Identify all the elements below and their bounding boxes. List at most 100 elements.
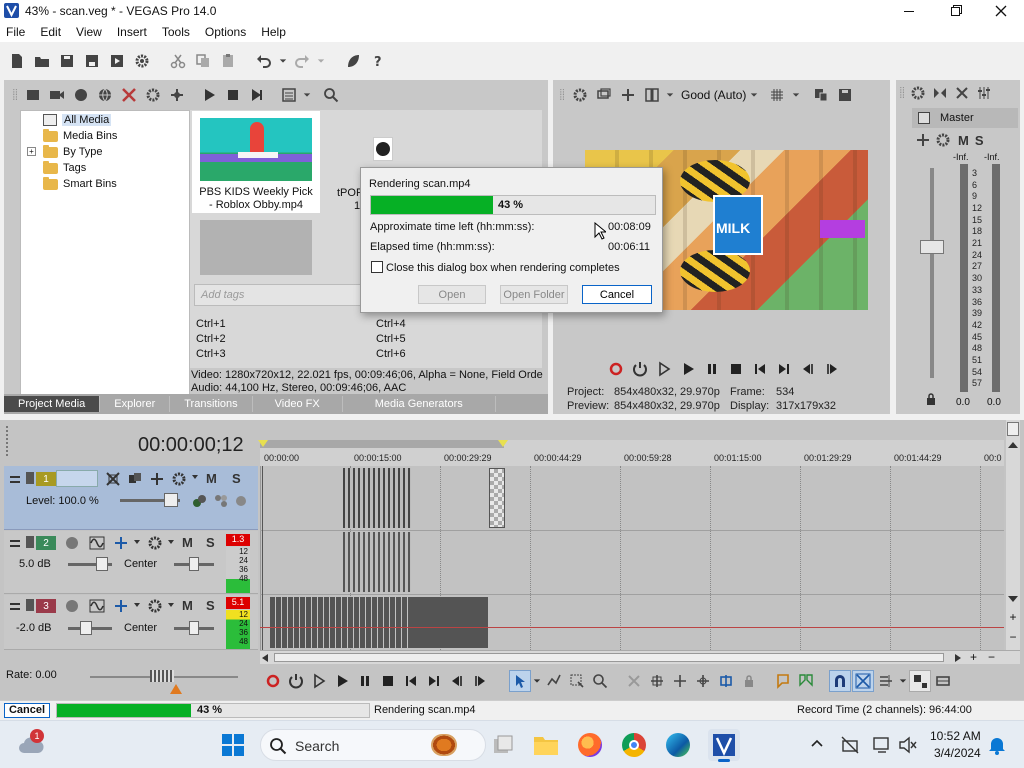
- track1-level-slider-handle[interactable]: [164, 493, 178, 507]
- media-fx-gear-icon[interactable]: [142, 84, 164, 106]
- track1-make-compositing-child-icon[interactable]: [230, 490, 252, 512]
- tray-chevron-icon[interactable]: [810, 737, 824, 751]
- mixer-gear-icon[interactable]: [907, 82, 929, 104]
- track2-pan-icon[interactable]: [110, 532, 132, 554]
- tree-item-tags[interactable]: Tags: [43, 160, 86, 176]
- split-screen-icon[interactable]: [617, 84, 639, 106]
- properties-gear-icon[interactable]: [131, 50, 153, 72]
- external-monitor-icon[interactable]: [593, 84, 615, 106]
- auto-preview-icon[interactable]: [246, 84, 268, 106]
- tl-prev-frame-icon[interactable]: [446, 670, 468, 692]
- firefox-icon[interactable]: [578, 733, 602, 757]
- master-bypass-icon[interactable]: [918, 112, 930, 124]
- taskbar-search-box[interactable]: Search: [260, 729, 486, 761]
- task-view-icon[interactable]: [491, 733, 515, 757]
- save-snapshot-icon[interactable]: [834, 84, 856, 106]
- tree-item-smart-bins[interactable]: Smart Bins: [43, 176, 117, 192]
- track1-name-field[interactable]: [56, 470, 98, 487]
- lock-envelopes-icon[interactable]: [909, 670, 931, 692]
- master-fader-handle[interactable]: [920, 240, 944, 254]
- track3-volume-slider-handle[interactable]: [80, 621, 92, 635]
- marker-icon[interactable]: [772, 670, 794, 692]
- extract-audio-icon[interactable]: [70, 84, 92, 106]
- track2-mute-button[interactable]: M: [182, 535, 193, 550]
- trim-start-icon[interactable]: [669, 670, 691, 692]
- status-cancel-button[interactable]: Cancel: [4, 703, 50, 718]
- audio-event-track2[interactable]: [343, 532, 411, 592]
- copy-snapshot-icon[interactable]: [810, 84, 832, 106]
- track1-composite-mode-icon[interactable]: [188, 490, 210, 512]
- tl-end-icon[interactable]: [423, 670, 445, 692]
- views-list-icon[interactable]: [278, 84, 300, 106]
- region-icon[interactable]: [795, 670, 817, 692]
- track2-pan-slider-handle[interactable]: [189, 557, 199, 571]
- volume-envelope-line[interactable]: [260, 627, 1004, 628]
- master-pan-icon[interactable]: [914, 129, 932, 151]
- ripple-chevron-icon[interactable]: [898, 670, 908, 692]
- track1-fx-gear-icon[interactable]: [168, 468, 190, 490]
- tray-time[interactable]: 10:52 AM: [930, 729, 981, 743]
- timeline-vscroll[interactable]: + −: [1006, 420, 1020, 650]
- edit-tool-chevron-icon[interactable]: [532, 670, 542, 692]
- track3-arm-record-icon[interactable]: [66, 600, 78, 612]
- tray-display-icon[interactable]: [872, 735, 892, 755]
- track1-fx-chevron-icon[interactable]: [192, 475, 198, 479]
- trim-end-icon[interactable]: [692, 670, 714, 692]
- tree-item-media-bins[interactable]: Media Bins: [43, 128, 117, 144]
- redo-icon[interactable]: [291, 50, 313, 72]
- record-icon[interactable]: [605, 358, 627, 380]
- views-chevron-icon[interactable]: [302, 84, 312, 106]
- track3-fx-gear-icon[interactable]: [144, 595, 166, 617]
- track3-invert-phase-icon[interactable]: [86, 595, 108, 617]
- menu-insert[interactable]: Insert: [117, 25, 147, 39]
- tray-date[interactable]: 3/4/2024: [934, 746, 981, 760]
- prev-frame-icon[interactable]: [797, 358, 819, 380]
- menu-help[interactable]: Help: [261, 25, 286, 39]
- track3-mute-button[interactable]: M: [182, 598, 193, 613]
- track2-fold-icon[interactable]: [26, 536, 34, 548]
- split-event-icon[interactable]: [715, 670, 737, 692]
- menu-tools[interactable]: Tools: [162, 25, 190, 39]
- track3-fold-icon[interactable]: [26, 599, 34, 611]
- paste-icon[interactable]: [217, 50, 239, 72]
- master-mute-button[interactable]: M: [958, 133, 969, 148]
- open-button[interactable]: Open: [418, 285, 486, 304]
- redo-history-chevron-icon[interactable]: [316, 50, 326, 72]
- tray-network-icon[interactable]: [840, 735, 860, 755]
- track3-collapse-icon[interactable]: [10, 603, 20, 610]
- go-to-start-icon[interactable]: [749, 358, 771, 380]
- save-icon[interactable]: [56, 50, 78, 72]
- track2-arm-record-icon[interactable]: [66, 537, 78, 549]
- track2-collapse-icon[interactable]: [10, 540, 20, 547]
- render-cancel-button[interactable]: Cancel: [582, 285, 652, 304]
- preview-quality-select[interactable]: Good (Auto): [681, 88, 746, 102]
- media-properties-icon[interactable]: [166, 84, 188, 106]
- track1-solo-button[interactable]: S: [232, 471, 241, 486]
- open-folder-icon[interactable]: [31, 50, 53, 72]
- web-globe-icon[interactable]: [94, 84, 116, 106]
- undo-icon[interactable]: [253, 50, 275, 72]
- menu-options[interactable]: Options: [205, 25, 246, 39]
- help-question-icon[interactable]: ?: [367, 50, 389, 72]
- track3-pan-icon[interactable]: [110, 595, 132, 617]
- ignore-grouping-icon[interactable]: [932, 670, 954, 692]
- snapping-magnet-icon[interactable]: [829, 670, 851, 692]
- next-frame-icon[interactable]: [821, 358, 843, 380]
- tab-media-generators[interactable]: Media Generators: [343, 396, 496, 412]
- track2-solo-button[interactable]: S: [206, 535, 215, 550]
- track2-fx-gear-icon[interactable]: [144, 532, 166, 554]
- overlays-chevron-icon[interactable]: [790, 84, 802, 106]
- track3-pan-slider-handle[interactable]: [189, 621, 199, 635]
- track1-compositing-icon[interactable]: [124, 468, 146, 490]
- tl-start-icon[interactable]: [400, 670, 422, 692]
- tl-play-icon[interactable]: [331, 670, 353, 692]
- track3-solo-button[interactable]: S: [206, 598, 215, 613]
- go-to-end-icon[interactable]: [773, 358, 795, 380]
- panel-grip-icon[interactable]: [557, 84, 567, 106]
- mixer-insert-icon[interactable]: [951, 82, 973, 104]
- pause-icon[interactable]: [701, 358, 723, 380]
- stop-icon[interactable]: [725, 358, 747, 380]
- master-fx-gear-icon[interactable]: [934, 129, 952, 151]
- tree-item-all-media[interactable]: All Media: [43, 112, 112, 128]
- split-view-icon[interactable]: [641, 84, 663, 106]
